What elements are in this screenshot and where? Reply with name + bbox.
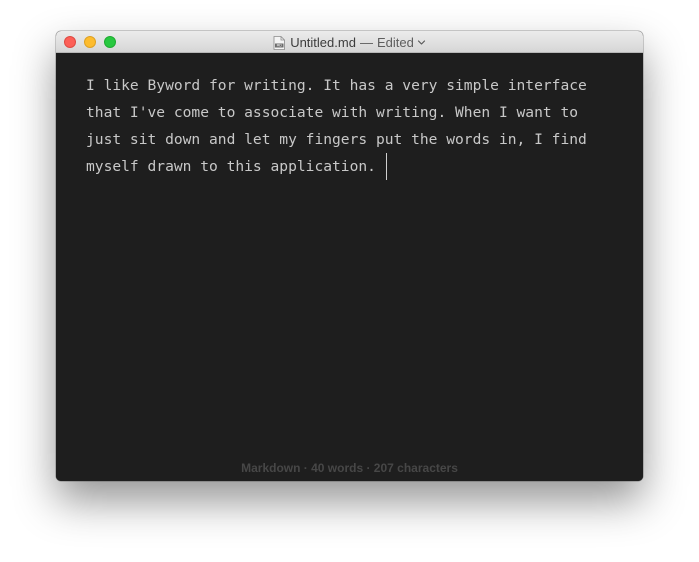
text-cursor — [385, 153, 387, 180]
document-filename: Untitled.md — [290, 34, 356, 50]
markdown-document-icon: MD — [273, 35, 286, 50]
document-status: Edited — [376, 34, 414, 50]
app-window: MD Untitled.md — Edited I like Byword fo… — [56, 31, 643, 481]
editor-line: that I've come to associate with writing… — [86, 104, 579, 121]
editor-line: just sit down and let my fingers put the… — [86, 131, 587, 148]
editor-content[interactable]: I like Byword for writing. It has a very… — [86, 72, 616, 180]
editor-line-last: myself drawn to this application. — [86, 153, 616, 180]
chevron-down-icon[interactable] — [417, 38, 426, 47]
window-title[interactable]: MD Untitled.md — Edited — [56, 31, 643, 53]
svg-text:MD: MD — [277, 43, 283, 47]
title-separator: — — [359, 34, 373, 50]
text-editor[interactable]: I like Byword for writing. It has a very… — [56, 53, 643, 481]
title-bar[interactable]: MD Untitled.md — Edited — [56, 31, 643, 53]
editor-line: I like Byword for writing. It has a very… — [86, 77, 587, 94]
editor-line-text: myself drawn to this application. — [86, 158, 385, 175]
word-count-status: Markdown · 40 words · 207 characters — [241, 461, 458, 475]
